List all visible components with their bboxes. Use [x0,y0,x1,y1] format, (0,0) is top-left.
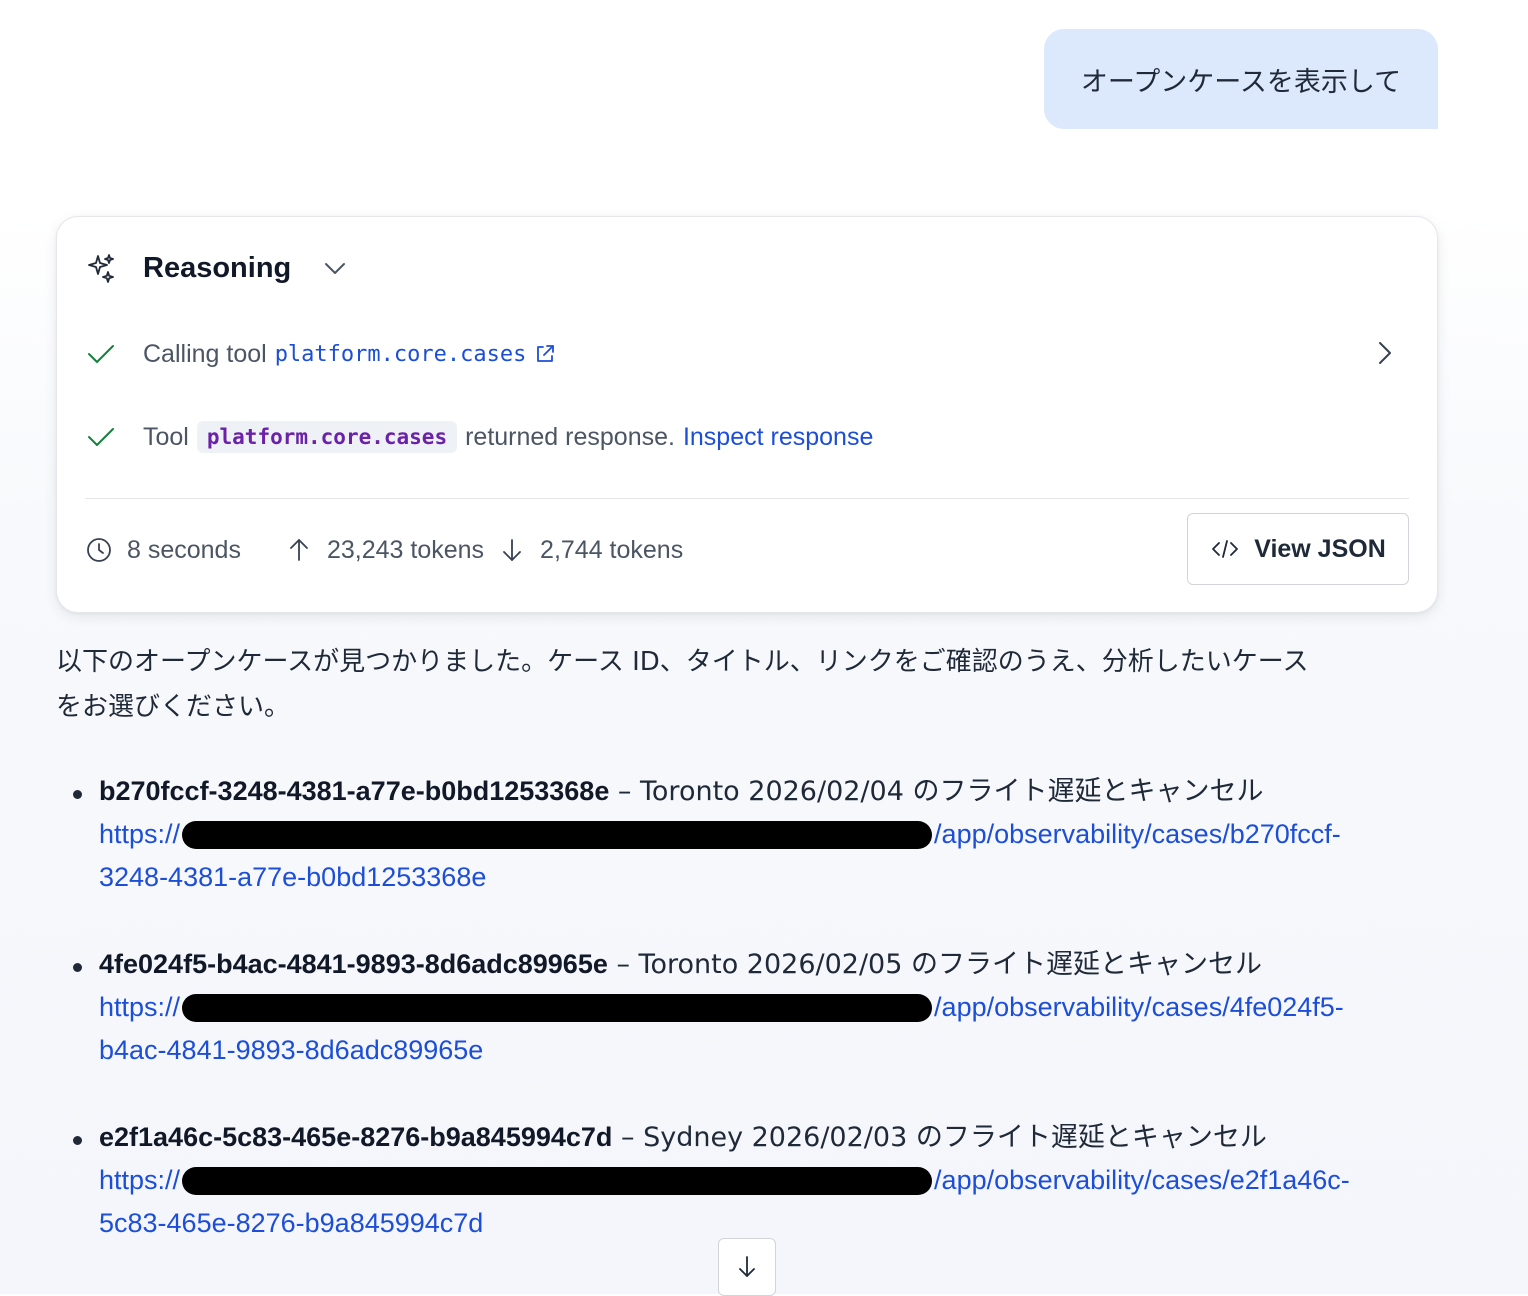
list-bullet [73,790,82,799]
case-title: – Toronto 2026/02/04 のフライト遅延とキャンセル [609,776,1264,807]
step-label: Tool [143,422,189,451]
chevron-down-icon[interactable] [321,254,349,282]
url-prefix: https:// [99,819,181,849]
check-icon [88,428,114,446]
url-prefix: https:// [99,1165,181,1195]
input-tokens-text: 23,243 tokens [326,535,485,564]
case-link[interactable]: https:// /app/observability/cases/e2f1a4… [99,1159,1444,1245]
case-list-item: 4fe024f5-b4ac-4841-9893-8d6adc89965e – T… [73,943,1444,1116]
reasoning-title: Reasoning [143,251,292,284]
step-label: Calling tool [143,339,267,368]
duration-text: 8 seconds [127,535,241,564]
case-id: b270fccf-3248-4381-a77e-b0bd1253368e [99,776,610,806]
divider [85,498,1409,499]
case-link[interactable]: https:// /app/observability/cases/b270fc… [99,813,1444,899]
arrow-up-icon [290,539,308,561]
url-suffix: /app/observability/cases/4fe024f5- [934,992,1344,1022]
url-continuation: b4ac-4841-9893-8d6adc89965e [99,1035,484,1065]
response-intro: 以下のオープンケースが見つかりました。ケース ID、タイトル、リンクをご確認のう… [56,640,1446,730]
arrow-down-icon [739,1256,755,1277]
reasoning-header[interactable]: Reasoning [85,247,349,289]
step-suffix: returned response. [465,422,675,451]
reasoning-stats: 8 seconds 23,243 tokens 2,744 tokens [85,530,683,570]
redaction-bar [182,820,933,849]
view-json-button[interactable]: View JSON [1187,513,1409,585]
user-message-bubble: オープンケースを表示して [1044,29,1438,129]
intro-line: をお選びください。 [56,692,291,722]
redaction-bar [182,1166,933,1195]
reasoning-panel: Reasoning Calling tool platform.core.cas… [56,216,1438,613]
arrow-down-icon [503,539,521,561]
user-message-text: オープンケースを表示して [1080,66,1402,98]
external-link-icon[interactable] [534,343,556,365]
case-id: 4fe024f5-b4ac-4841-9893-8d6adc89965e [99,949,608,979]
url-continuation: 3248-4381-a77e-b0bd1253368e [99,862,487,892]
chevron-right-icon[interactable] [1369,338,1399,368]
output-tokens-text: 2,744 tokens [540,535,684,564]
url-suffix: /app/observability/cases/e2f1a46c- [934,1165,1350,1195]
url-continuation: 5c83-465e-8276-b9a845994c7d [99,1208,484,1238]
inspect-response-link[interactable]: Inspect response [683,423,873,452]
case-list: b270fccf-3248-4381-a77e-b0bd1253368e – T… [73,770,1444,1289]
reasoning-step-tool-response: Tool platform.core.cases returned respon… [85,417,1409,457]
url-suffix: /app/observability/cases/b270fccf- [934,819,1341,849]
tool-link[interactable]: platform.core.cases [275,342,527,367]
code-icon [1212,540,1239,558]
list-bullet [73,1136,82,1145]
url-prefix: https:// [99,992,181,1022]
list-bullet [73,963,82,972]
case-title: – Toronto 2026/02/05 のフライト遅延とキャンセル [607,949,1262,980]
reasoning-step-calling-tool[interactable]: Calling tool platform.core.cases [85,334,1409,374]
case-link[interactable]: https:// /app/observability/cases/4fe024… [99,986,1444,1072]
view-json-label: View JSON [1254,534,1386,563]
intro-line: 以下のオープンケースが見つかりました。ケース ID、タイトル、リンクをご確認のう… [56,647,1309,677]
case-list-item: b270fccf-3248-4381-a77e-b0bd1253368e – T… [73,770,1444,943]
clock-icon [87,538,111,562]
scroll-to-bottom-button[interactable] [718,1238,776,1296]
case-id: e2f1a46c-5c83-465e-8276-b9a845994c7d [99,1122,613,1152]
sparkles-icon [88,254,114,283]
check-icon [88,345,114,363]
redaction-bar [182,993,933,1022]
tool-name-chip: platform.core.cases [196,421,458,453]
case-title: – Sydney 2026/02/03 のフライト遅延とキャンセル [612,1122,1267,1153]
